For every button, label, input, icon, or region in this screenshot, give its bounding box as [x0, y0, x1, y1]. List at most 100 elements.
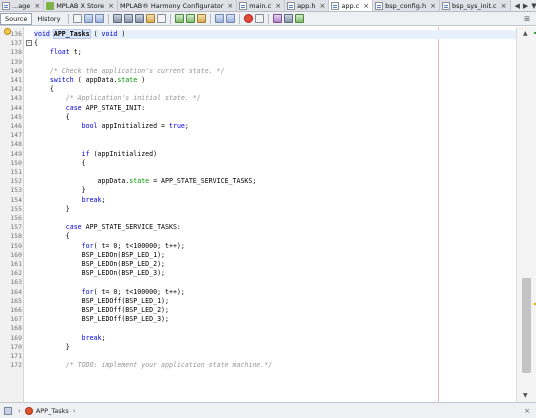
- fold-collapse-icon[interactable]: -: [26, 40, 32, 47]
- scroll-tabs-left-icon[interactable]: ◀: [515, 2, 520, 10]
- code-line[interactable]: for( t= 0; t<100000; t++);: [34, 242, 185, 251]
- comment-icon[interactable]: [273, 14, 283, 23]
- close-breadcrumb-icon[interactable]: ×: [524, 407, 530, 415]
- code-token: }: [34, 342, 70, 351]
- code-line[interactable]: bool appInitialized = true;: [34, 122, 189, 131]
- code-line[interactable]: for( t= 0; t<100000; t++);: [34, 288, 185, 297]
- line-number: 172: [10, 361, 22, 370]
- toggle-rectangular-selection-icon[interactable]: [157, 14, 167, 23]
- code-line[interactable]: BSP_LEDOff(BSP_LED_3);: [34, 315, 169, 324]
- code-line[interactable]: }: [34, 343, 70, 352]
- code-line[interactable]: BSP_LEDOff(BSP_LED_1);: [34, 297, 169, 306]
- code-line[interactable]: {: [34, 85, 54, 94]
- code-line[interactable]: case APP_STATE_INIT:: [34, 104, 145, 113]
- line-number: 162: [10, 269, 22, 278]
- close-tab-icon[interactable]: ×: [108, 2, 114, 10]
- scroll-up-icon[interactable]: ▲: [523, 30, 528, 37]
- close-tab-icon[interactable]: ×: [34, 2, 40, 10]
- tab-4[interactable]: app.h ×: [285, 0, 330, 11]
- code-line[interactable]: /* Check the application's current state…: [34, 67, 225, 76]
- scrollbar-thumb[interactable]: [522, 278, 531, 373]
- code-comment: /* TODO: implement your application stat…: [34, 361, 273, 370]
- code-token: APP_STATE_SERVICE_TASKS:: [81, 223, 181, 232]
- toolbar-separator: [239, 13, 241, 24]
- editor-tab-bar: ...age × MPLAB X Store × MPLAB® Harmony Conf…: [0, 0, 536, 12]
- code-token: state: [117, 76, 138, 84]
- tab-6[interactable]: bsp_config.h ×: [373, 0, 440, 11]
- line-number: 138: [10, 48, 22, 57]
- find-previous-icon[interactable]: [124, 14, 134, 23]
- source-view-button[interactable]: Source: [0, 12, 33, 25]
- history-view-button[interactable]: History: [32, 13, 65, 25]
- code-token: state: [129, 177, 150, 186]
- close-tab-icon[interactable]: ×: [275, 2, 281, 10]
- code-keyword: float: [49, 48, 70, 57]
- code-line[interactable]: {: [34, 113, 70, 122]
- tab-5[interactable]: app.c ×: [329, 0, 374, 11]
- close-tab-icon[interactable]: ×: [319, 2, 325, 10]
- code-line[interactable]: /* Application's initial state. */: [34, 94, 201, 103]
- close-tab-icon[interactable]: ×: [227, 2, 233, 10]
- forward-icon[interactable]: [95, 14, 105, 23]
- code-line[interactable]: if (appInitialized): [34, 150, 157, 159]
- code-line[interactable]: break;: [34, 334, 106, 343]
- close-tab-icon[interactable]: ×: [363, 2, 369, 10]
- line-number: 147: [10, 131, 22, 140]
- scroll-tabs-right-icon[interactable]: ▶: [523, 2, 528, 10]
- vertical-scrollbar[interactable]: ▲ ▼: [516, 27, 536, 402]
- source-root-icon[interactable]: [4, 406, 12, 415]
- tab-0[interactable]: ...age ×: [0, 0, 45, 11]
- next-bookmark-icon[interactable]: [186, 14, 196, 23]
- tab-2[interactable]: MPLAB® Harmony Configurator ×: [118, 0, 238, 11]
- line-number: 169: [10, 333, 22, 342]
- line-number: 164: [10, 287, 22, 296]
- function-icon: [24, 406, 33, 415]
- tab-7[interactable]: bsp_sys_init.c ×: [439, 0, 511, 11]
- toggle-bookmark-icon[interactable]: [197, 14, 207, 23]
- shift-left-icon[interactable]: [215, 14, 225, 23]
- code-line[interactable]: BSP_LEDOff(BSP_LED_2);: [34, 306, 169, 315]
- uncomment-icon[interactable]: [284, 14, 294, 23]
- close-tab-icon[interactable]: ×: [501, 2, 507, 10]
- back-icon[interactable]: [84, 14, 94, 23]
- diff-icon[interactable]: [295, 14, 305, 23]
- code-line[interactable]: {: [34, 39, 38, 48]
- code-line[interactable]: }: [34, 205, 70, 214]
- close-tab-icon[interactable]: ×: [430, 2, 436, 10]
- code-line[interactable]: {: [34, 232, 70, 241]
- line-number: 146: [10, 122, 22, 130]
- code-line[interactable]: BSP_LEDOn(BSP_LED_3);: [34, 269, 165, 278]
- tab-3[interactable]: main.c ×: [237, 0, 286, 11]
- tab-1[interactable]: MPLAB X Store ×: [44, 0, 119, 11]
- start-macro-recording-icon[interactable]: [244, 14, 254, 23]
- find-selection-icon[interactable]: [113, 14, 123, 23]
- code-line[interactable]: appData.state = APP_STATE_SERVICE_TASKS;: [34, 177, 257, 186]
- code-line[interactable]: /* TODO: implement your application stat…: [34, 361, 272, 370]
- split-editor-icon[interactable]: ⊞: [524, 15, 530, 23]
- code-line[interactable]: }: [34, 186, 86, 195]
- code-area[interactable]: void APP_Tasks ( void ){ float t; /* Che…: [34, 27, 516, 402]
- code-line[interactable]: switch ( appData.state ): [34, 76, 145, 85]
- code-line[interactable]: void APP_Tasks ( void ): [34, 29, 516, 39]
- breadcrumb-function[interactable]: APP_Tasks: [36, 407, 69, 415]
- code-token: ( appData.: [73, 76, 118, 84]
- shift-right-icon[interactable]: [226, 14, 236, 23]
- code-token: t;: [69, 48, 82, 57]
- code-line[interactable]: case APP_STATE_SERVICE_TASKS:: [34, 223, 181, 232]
- find-next-icon[interactable]: [135, 14, 145, 23]
- code-line[interactable]: BSP_LEDOn(BSP_LED_2);: [34, 260, 165, 269]
- code-line[interactable]: float t;: [34, 48, 82, 57]
- code-line[interactable]: BSP_LEDOn(BSP_LED_1);: [34, 251, 165, 260]
- stop-macro-recording-icon[interactable]: [255, 14, 265, 23]
- scroll-down-icon[interactable]: ▼: [523, 392, 528, 399]
- tab-list-dropdown-icon[interactable]: ▼: [531, 2, 536, 10]
- previous-bookmark-icon[interactable]: [175, 14, 185, 23]
- last-edit-icon[interactable]: [73, 14, 83, 23]
- code-line[interactable]: break;: [34, 196, 106, 205]
- line-number: 171: [10, 352, 22, 360]
- toggle-highlight-icon[interactable]: [146, 14, 156, 23]
- code-line[interactable]: {: [34, 159, 86, 168]
- code-keyword: for: [81, 287, 94, 296]
- code-editor[interactable]: 136 137 138 139 140 141 142 143 144 145 146 147 148 1…: [0, 27, 536, 402]
